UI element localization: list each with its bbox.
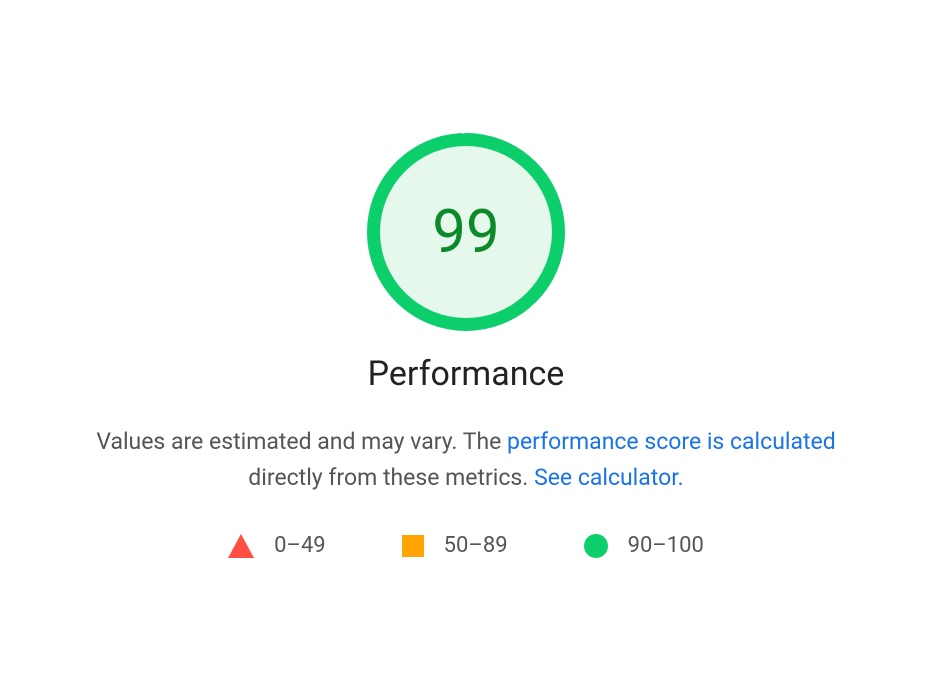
category-title: Performance	[368, 354, 565, 394]
legend-average: 50–89	[402, 533, 508, 558]
triangle-icon	[228, 534, 254, 558]
score-gauge: 99	[366, 132, 566, 332]
legend-fail: 0–49	[228, 533, 326, 558]
score-legend: 0–49 50–89 90–100	[228, 533, 704, 558]
circle-icon	[584, 534, 608, 558]
square-icon	[402, 535, 424, 557]
legend-pass: 90–100	[584, 533, 704, 558]
score-value: 99	[432, 196, 499, 267]
score-explainer-link[interactable]: performance score is calculated	[507, 428, 836, 455]
see-calculator-link[interactable]: See calculator.	[534, 464, 684, 491]
desc-middle: directly from these metrics.	[248, 464, 534, 491]
description-text: Values are estimated and may vary. The p…	[86, 424, 846, 495]
legend-average-range: 50–89	[444, 533, 508, 558]
performance-summary: 99 Performance Values are estimated and …	[56, 132, 876, 558]
desc-prefix: Values are estimated and may vary. The	[96, 428, 507, 455]
legend-fail-range: 0–49	[274, 533, 326, 558]
legend-pass-range: 90–100	[628, 533, 704, 558]
gauge-inner-circle: 99	[380, 146, 552, 318]
